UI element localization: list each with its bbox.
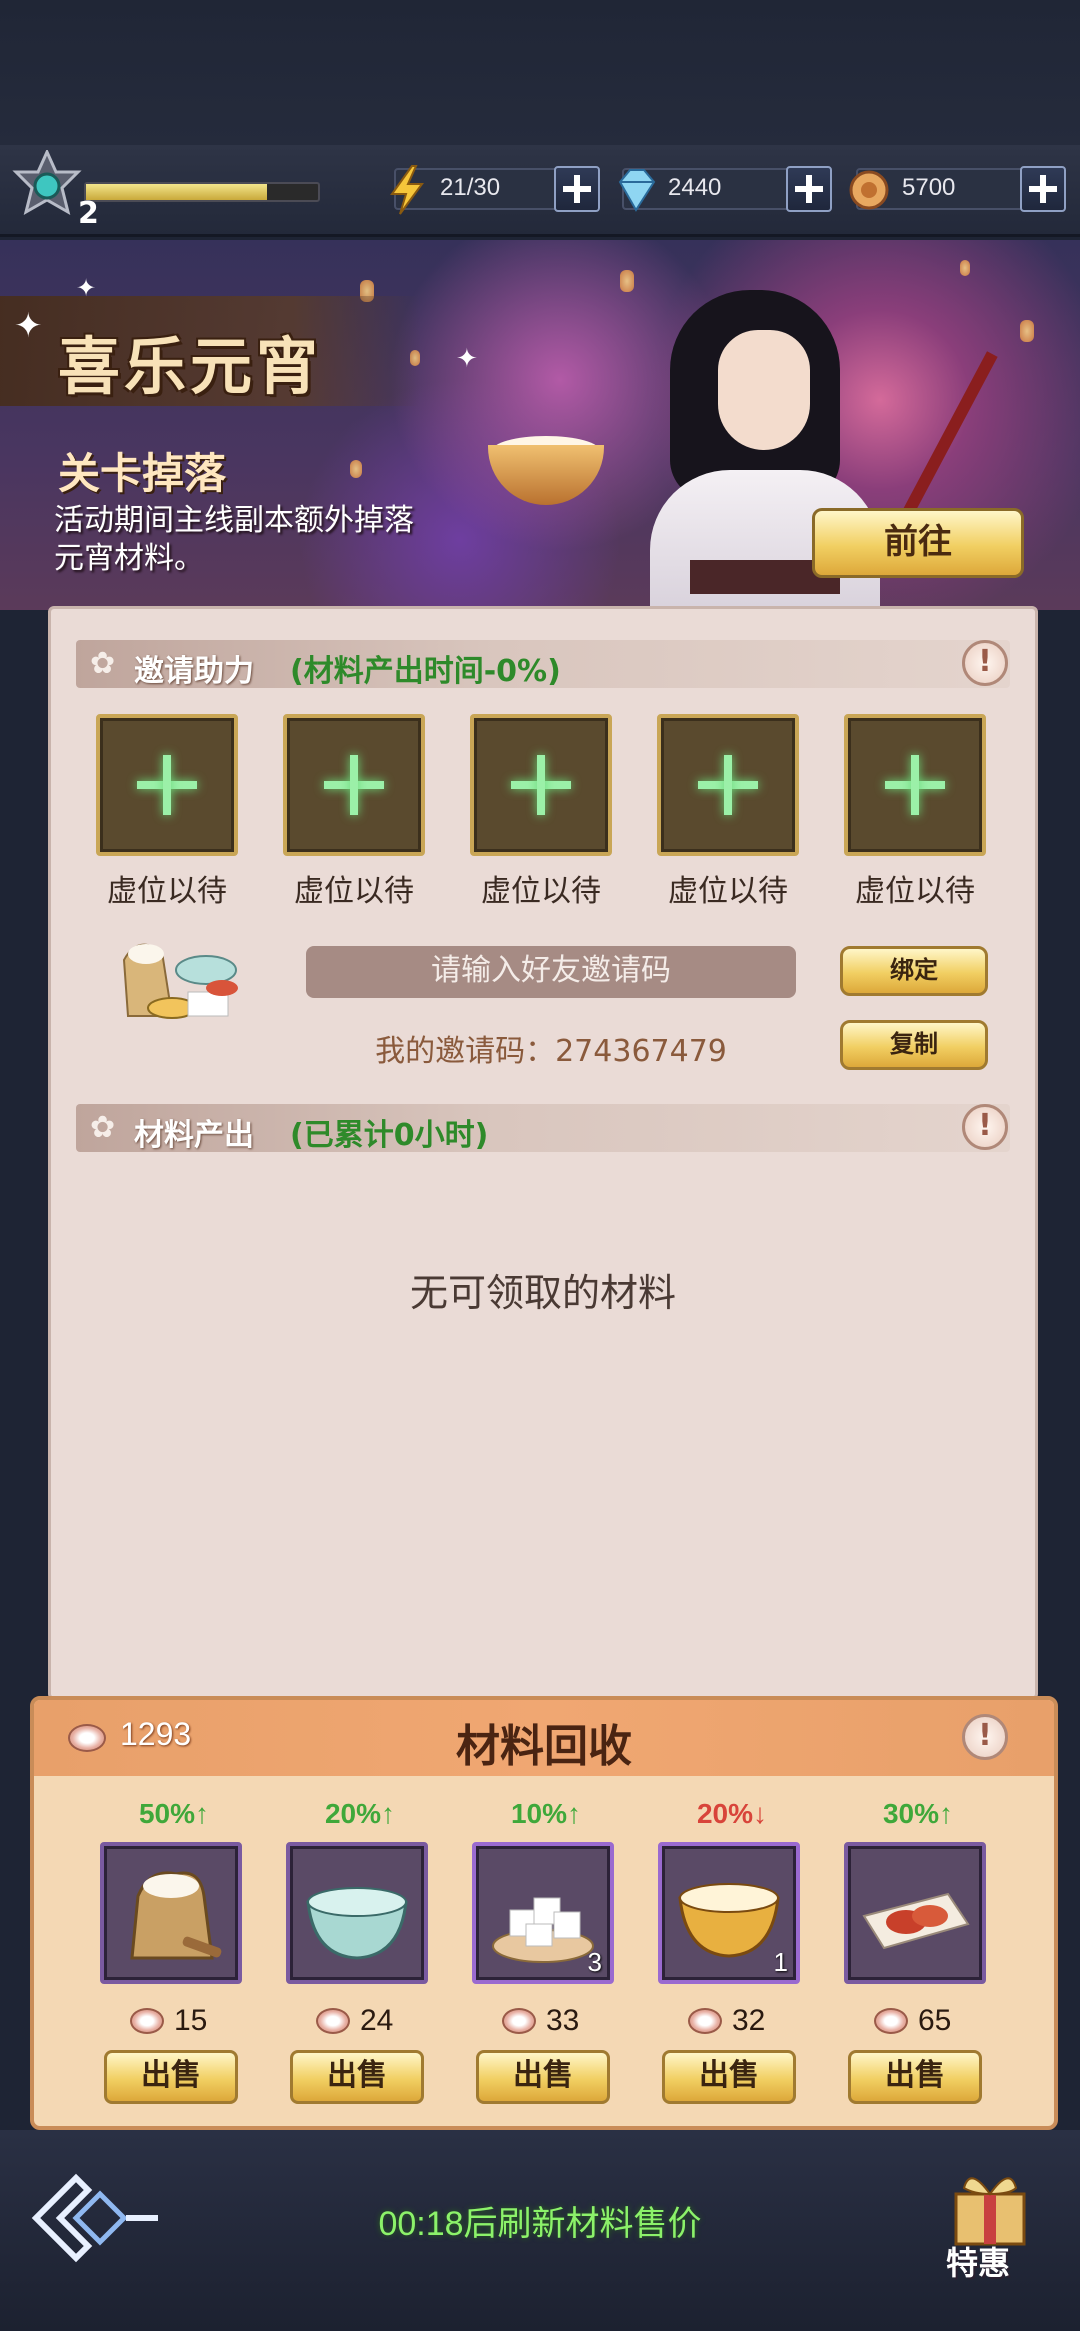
water-bowl-icon xyxy=(306,1887,408,1960)
output-section-header: ✿ 材料产出 (已累计0小时) xyxy=(76,1104,1010,1153)
recycle-info-button[interactable]: ! xyxy=(962,1714,1008,1760)
invite-slot-2[interactable] xyxy=(283,714,425,856)
invite-note: (材料产出时间-0%) xyxy=(290,654,561,689)
special-offer-label[interactable]: 特惠 xyxy=(946,2238,1010,2284)
sell-button[interactable]: 出售 xyxy=(662,2050,796,2104)
dumpling-coin-icon xyxy=(688,2008,722,2034)
gift-box-icon[interactable] xyxy=(940,2158,1040,2248)
item-qty: 3 xyxy=(587,1947,602,1977)
dumpling-coin-icon xyxy=(130,2008,164,2034)
coin-icon xyxy=(849,170,889,210)
invite-slot-label: 虚位以待 xyxy=(855,874,975,909)
output-note: (已累计0小时) xyxy=(290,1118,489,1153)
coin-value: 5700 xyxy=(902,174,956,201)
refresh-timer: 00:18后刷新材料售价 xyxy=(378,2205,702,2243)
price-change-3: 10%↑ xyxy=(510,1798,582,1829)
sparkle-icon: ✦ xyxy=(76,274,97,302)
plus-icon xyxy=(137,755,197,815)
top-band xyxy=(0,0,1080,145)
diamond-value: 2440 xyxy=(668,174,722,201)
coin-counter: 5700 xyxy=(849,168,1024,210)
price-change-1: 50%↑ xyxy=(138,1798,210,1829)
invite-slot-5[interactable] xyxy=(844,714,986,856)
drop-subtitle: 关卡掉落 xyxy=(58,449,227,498)
plus-icon xyxy=(511,755,571,815)
my-invite-code: 我的邀请码：274367479 xyxy=(375,1034,727,1069)
lightning-icon xyxy=(390,165,424,215)
water-bowl-item[interactable] xyxy=(286,1842,428,1984)
invite-label: 邀请助力 xyxy=(134,654,254,689)
copy-button[interactable]: 复制 xyxy=(840,1020,988,1070)
invite-slot-3[interactable] xyxy=(470,714,612,856)
event-title: 喜乐元宵 xyxy=(58,330,323,403)
dumpling-coin-icon xyxy=(874,2008,908,2034)
flour-sack-item[interactable] xyxy=(100,1842,242,1984)
sugar-cubes-item[interactable]: 3 xyxy=(472,1842,614,1984)
goto-button[interactable]: 前往 xyxy=(812,508,1024,578)
energy-counter: 21/30 xyxy=(390,165,562,215)
invite-code-input[interactable]: 请输入好友邀请码 xyxy=(306,946,796,998)
sparkle-icon: ✦ xyxy=(456,344,478,374)
recycle-title: 材料回收 xyxy=(456,1721,632,1772)
flour-sack-icon xyxy=(130,1871,222,1960)
player-level: 2 xyxy=(78,196,99,231)
price-change-2: 20%↑ xyxy=(324,1798,396,1829)
price-change-5: 30%↑ xyxy=(882,1798,954,1829)
add-diamond-button[interactable] xyxy=(786,166,832,212)
level-badge-icon[interactable] xyxy=(12,150,82,226)
diamond-counter: 2440 xyxy=(618,168,790,212)
item-qty: 1 xyxy=(773,1947,788,1977)
diamond-icon xyxy=(618,169,656,212)
invite-slot-1[interactable] xyxy=(96,714,238,856)
invite-slot-4[interactable] xyxy=(657,714,799,856)
dumpling-coin-icon xyxy=(502,2008,536,2034)
sparkle-icon: ✦ xyxy=(14,306,43,346)
dumpling-coin-icon xyxy=(316,2008,350,2034)
add-energy-button[interactable] xyxy=(554,166,600,212)
plus-icon xyxy=(698,755,758,815)
output-label: 材料产出 xyxy=(134,1118,254,1153)
sell-button[interactable]: 出售 xyxy=(848,2050,982,2104)
output-info-button[interactable]: ! xyxy=(962,1104,1008,1150)
plus-icon xyxy=(324,755,384,815)
empty-materials-message: 无可领取的材料 xyxy=(409,1271,676,1315)
red-bean-paste-icon xyxy=(862,1892,970,1950)
sell-button[interactable]: 出售 xyxy=(476,2050,610,2104)
red-bean-paste-item[interactable] xyxy=(844,1842,986,1984)
plus-icon xyxy=(885,755,945,815)
golden-bowl-item[interactable]: 1 xyxy=(658,1842,800,1984)
xp-bar xyxy=(84,182,320,202)
invite-info-button[interactable]: ! xyxy=(962,640,1008,686)
invite-slot-label: 虚位以待 xyxy=(107,874,227,909)
materials-pile-icon xyxy=(122,943,238,1019)
sell-button[interactable]: 出售 xyxy=(290,2050,424,2104)
flower-icon: ✿ xyxy=(90,646,116,681)
price-change-4: 20%↓ xyxy=(696,1798,768,1829)
invite-slot-label: 虚位以待 xyxy=(668,874,788,909)
sell-button[interactable]: 出售 xyxy=(104,2050,238,2104)
invite-slot-label: 虚位以待 xyxy=(481,874,601,909)
bind-button[interactable]: 绑定 xyxy=(840,946,988,996)
character-face xyxy=(718,330,810,450)
invite-slot-label: 虚位以待 xyxy=(294,874,414,909)
energy-value: 21/30 xyxy=(440,174,501,201)
flower-icon: ✿ xyxy=(90,1110,116,1145)
add-coin-button[interactable] xyxy=(1020,166,1066,212)
xp-bar-fill xyxy=(86,184,267,200)
invite-section-header: ✿ 邀请助力 (材料产出时间-0%) xyxy=(76,640,1010,689)
drop-description: 活动期间主线副本额外掉落元宵材料。 xyxy=(54,503,414,576)
